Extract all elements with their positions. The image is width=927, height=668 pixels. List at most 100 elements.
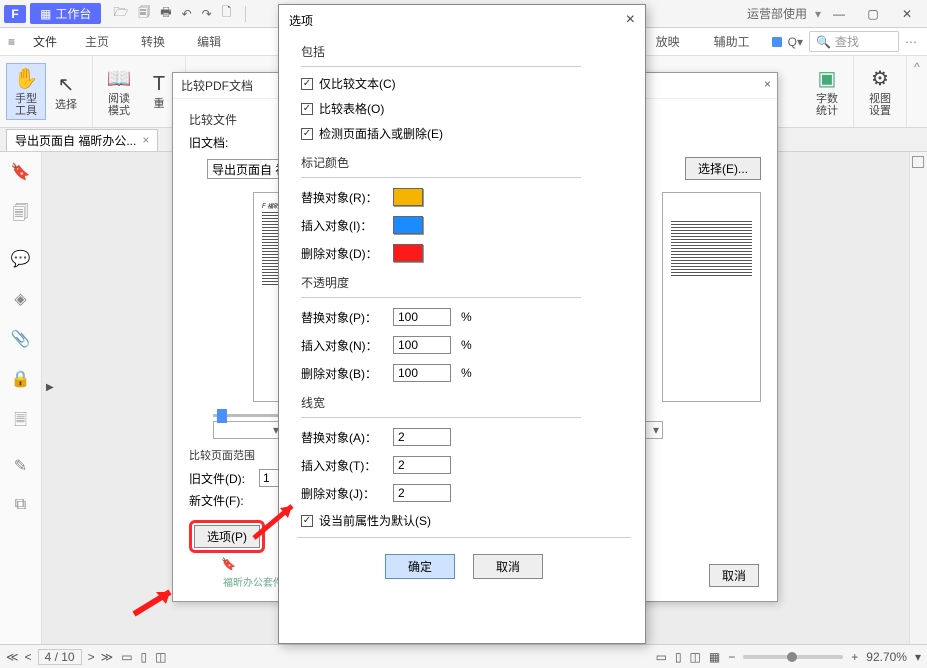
options-dialog-titlebar: 选项 × [279,5,645,35]
replace-opacity-input[interactable] [393,308,451,326]
first-page-button[interactable]: ≪ [6,650,19,664]
compare-text-only-checkbox[interactable]: ✓ 仅比较文本(C) [301,75,627,92]
set-default-label: 设当前属性为默认(S) [319,512,431,529]
delete-opacity-input[interactable] [393,364,451,382]
layout-single-icon[interactable]: ▭ [656,650,667,664]
view-mode-2-icon[interactable]: ▯ [141,650,148,664]
checkbox-icon: ✓ [301,128,313,140]
pages-icon[interactable]: 🗐 [13,202,29,229]
choose-file-button[interactable]: 选择(E)... [685,157,761,180]
select-tool-button[interactable]: ↖ 选择 [46,70,86,113]
book-icon: 📖 [101,66,137,91]
close-tab-icon[interactable]: × [142,133,149,147]
print-icon[interactable]: 🖶 [160,3,171,24]
zoom-slider[interactable] [743,655,843,659]
last-page-button[interactable]: ≫ [101,650,114,664]
compare-cancel-button[interactable]: 取消 [709,564,759,587]
delete-linewidth-input[interactable] [393,484,451,502]
zoom-out-button[interactable]: − [728,650,735,664]
compare-icon[interactable]: ⧉ [15,496,26,514]
dropdown-icon[interactable]: ▾ [815,7,821,21]
tell-me-icon[interactable]: Q▾ [788,35,803,49]
read-mode-button[interactable]: 📖 阅读 模式 [99,64,139,119]
percent-label: % [461,366,472,380]
bookmark-icon[interactable]: 🔖 [11,162,31,182]
insert-color-swatch[interactable] [393,216,423,234]
old-page-dropdown[interactable]: ▾ [213,421,283,439]
workbench-button[interactable]: ▦ 工作台 [30,3,101,24]
menu-icon[interactable]: ≡ [8,35,15,49]
comments-icon[interactable]: 💬 [11,249,31,269]
detect-pages-checkbox[interactable]: ✓ 检测页面插入或删除(E) [301,125,627,142]
file-menu[interactable]: 文件 [23,31,67,52]
articles-icon[interactable]: 🗏 [14,409,27,436]
minimize-button[interactable]: — [823,2,855,26]
right-scrollbar[interactable] [909,152,927,644]
next-page-button[interactable]: > [88,650,95,664]
undo-icon[interactable]: ↶ [182,7,192,21]
security-icon[interactable]: 🔒 [11,369,31,389]
redo-icon[interactable]: ↷ [202,7,212,21]
search-placeholder: 查找 [835,33,859,50]
hand-icon: ✋ [9,66,43,91]
replace-linewidth-input[interactable] [393,428,451,446]
delete-color-swatch[interactable] [393,244,423,262]
close-icon[interactable]: × [764,77,771,91]
quick-access-toolbar: 🗁 🗐 🖶 ↶ ↷ 🗋 [113,3,250,24]
mark-color-label: 标记颜色 [301,152,627,171]
close-icon[interactable]: × [626,11,635,29]
zoom-in-button[interactable]: + [851,650,858,664]
settings-icon: ⚙ [862,66,898,91]
insert-opacity-input[interactable] [393,336,451,354]
tab-play[interactable]: 放映 [642,31,694,52]
view-settings-button[interactable]: ⚙ 视图 设置 [860,64,900,119]
options-button[interactable]: 选项(P) [194,525,260,548]
compare-tables-checkbox[interactable]: ✓ 比较表格(O) [301,100,627,117]
set-default-checkbox[interactable]: ✓ 设当前属性为默认(S) [301,512,627,529]
open-icon[interactable]: 🗁 [113,3,128,24]
layout-continuous-icon[interactable]: ▯ [675,650,682,664]
zoom-level[interactable]: 92.70% [866,650,907,664]
tab-accessibility[interactable]: 辅助工 [700,31,764,52]
page-indicator[interactable]: 4 / 10 [38,649,82,665]
document-tab[interactable]: 导出页面自 福昕办公... × [6,129,158,151]
save-icon[interactable]: 🗐 [138,3,150,24]
org-label: 运营部使用 [747,5,807,22]
insert-linewidth-input[interactable] [393,456,451,474]
collapse-ribbon-button[interactable]: ^ [907,56,927,127]
separator [245,6,246,22]
view-mode-1-icon[interactable]: ▭ [121,650,132,664]
hand-tool-button[interactable]: ✋ 手型 工具 [6,63,46,120]
doc-tab-label: 导出页面自 福昕办公... [15,132,136,149]
word-count-button[interactable]: ▣ 字数 统计 [807,64,847,119]
ruler-toggle-icon[interactable] [912,156,924,168]
layout-facing-icon[interactable]: ◫ [690,650,701,664]
new-file-range-label: 新文件(F): [189,492,253,509]
signatures-icon[interactable]: ✎ [14,456,27,476]
search-input[interactable]: 🔍 查找 [809,31,899,52]
compare-title-label: 比较PDF文档 [181,79,253,93]
ok-button[interactable]: 确定 [385,554,455,579]
cancel-button[interactable]: 取消 [473,554,543,579]
attachments-icon[interactable]: 📎 [11,329,31,349]
tab-home[interactable]: 主页 [71,31,123,52]
zoom-dropdown-icon[interactable]: ▾ [915,650,921,664]
read-mode-label: 阅读 模式 [101,93,137,117]
include-section-label: 包括 [301,41,627,60]
view-mode-3-icon[interactable]: ◫ [155,650,166,664]
new-doc-icon[interactable]: 🗋 [222,3,232,24]
left-sidebar: 🔖 🗐 💬 ◈ 📎 🔒 🗏 ✎ ⧉ [0,152,42,644]
expand-panel-icon[interactable]: ▶ [46,382,54,393]
tab-edit[interactable]: 编辑 [183,31,235,52]
tab-convert[interactable]: 转换 [127,31,179,52]
old-file-range-label: 旧文件(D): [189,470,253,487]
layout-cover-icon[interactable]: ▦ [709,650,720,664]
close-button[interactable]: ✕ [891,2,923,26]
cloud-indicator-icon [772,37,782,47]
more-icon[interactable]: ⋯ [905,35,917,49]
replace-color-swatch[interactable] [393,188,423,206]
layers-icon[interactable]: ◈ [14,289,26,309]
maximize-button[interactable]: ▢ [857,2,889,26]
delete-opacity-label: 删除对象(B)： [301,365,383,382]
prev-page-button[interactable]: < [25,650,32,664]
